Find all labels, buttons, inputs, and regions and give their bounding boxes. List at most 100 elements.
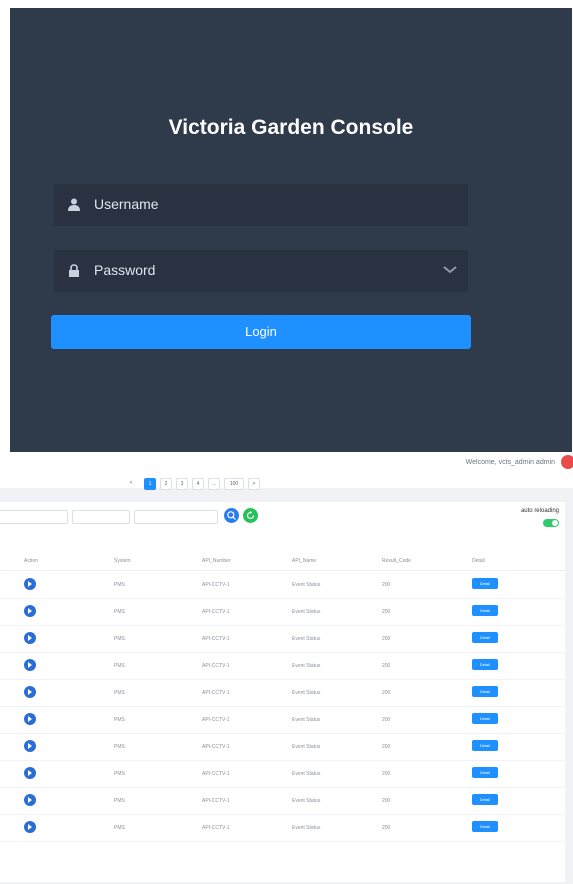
cell-system: PMS (114, 690, 125, 696)
play-icon[interactable] (24, 632, 36, 644)
pagination-page[interactable]: 2 (160, 478, 172, 490)
detail-button[interactable]: Detail (472, 821, 498, 832)
play-icon[interactable] (24, 659, 36, 671)
cell-result-code: 200 (382, 636, 391, 642)
table-row: PMS API-CCTV-1 Event Status 200 Detail (0, 760, 565, 788)
cell-result-code: 200 (382, 771, 391, 777)
cell-api-number: API-CCTV-1 (202, 636, 230, 642)
table-row: PMS API-CCTV-1 Event Status 200 Detail (0, 652, 565, 680)
cell-api-number: API-CCTV-1 (202, 717, 230, 723)
detail-button[interactable]: Detail (472, 686, 498, 697)
column-header: System (114, 558, 131, 564)
pagination-prev[interactable]: < (126, 478, 136, 488)
cell-system: PMS (114, 825, 125, 831)
cell-system: PMS (114, 798, 125, 804)
username-field[interactable]: Username (54, 184, 468, 226)
login-button[interactable]: Login (51, 315, 471, 349)
table-row: PMS API-CCTV-1 Event Status 200 Detail (0, 598, 565, 626)
cell-api-name: Event Status (292, 663, 321, 669)
pagination-page[interactable]: 3 (176, 478, 188, 490)
chevron-down-icon[interactable] (442, 263, 458, 275)
cell-api-name: Event Status (292, 717, 321, 723)
detail-button[interactable]: Detail (472, 659, 498, 670)
play-icon[interactable] (24, 767, 36, 779)
pagination-last[interactable]: 100 (224, 478, 244, 490)
column-header: Detail (472, 558, 485, 564)
cell-system: PMS (114, 717, 125, 723)
search-icon (227, 511, 236, 520)
play-icon[interactable] (24, 686, 36, 698)
play-icon[interactable] (24, 740, 36, 752)
cell-api-number: API-CCTV-1 (202, 609, 230, 615)
detail-button[interactable]: Detail (472, 740, 498, 751)
detail-button[interactable]: Detail (472, 713, 498, 724)
login-panel: Victoria Garden Console Username Passwor… (10, 8, 572, 452)
column-header: API_Number (202, 558, 231, 564)
cell-api-name: Event Status (292, 744, 321, 750)
cell-api-number: API-CCTV-1 (202, 663, 230, 669)
table-row: PMS API-CCTV-1 Event Status 200 Detail (0, 679, 565, 707)
detail-button[interactable]: Detail (472, 632, 498, 643)
avatar[interactable] (561, 455, 573, 469)
search-button[interactable] (224, 508, 239, 523)
cell-system: PMS (114, 636, 125, 642)
cell-result-code: 200 (382, 825, 391, 831)
auto-reload-toggle[interactable] (543, 519, 559, 527)
table-card: auto reloading Action System API_Number … (0, 502, 565, 882)
detail-button[interactable]: Detail (472, 578, 498, 589)
password-field[interactable]: Password (54, 250, 468, 292)
column-header: Result_Code (382, 558, 411, 564)
cell-result-code: 200 (382, 663, 391, 669)
cell-result-code: 200 (382, 798, 391, 804)
column-header: API_Name (292, 558, 317, 564)
filter-input-1[interactable] (0, 510, 68, 524)
cell-api-name: Event Status (292, 582, 321, 588)
username-placeholder: Username (94, 196, 159, 212)
cell-system: PMS (114, 744, 125, 750)
cell-system: PMS (114, 582, 125, 588)
play-icon[interactable] (24, 821, 36, 833)
cell-result-code: 200 (382, 717, 391, 723)
dashboard: auto reloading Action System API_Number … (0, 488, 573, 884)
welcome-text: Welcome, vcts_admin admin (465, 459, 555, 466)
password-placeholder: Password (94, 262, 156, 278)
cell-api-name: Event Status (292, 771, 321, 777)
cell-system: PMS (114, 663, 125, 669)
cell-api-name: Event Status (292, 636, 321, 642)
detail-button[interactable]: Detail (472, 605, 498, 616)
detail-button[interactable]: Detail (472, 767, 498, 778)
play-icon[interactable] (24, 578, 36, 590)
table-row: PMS API-CCTV-1 Event Status 200 Detail (0, 787, 565, 815)
detail-button[interactable]: Detail (472, 794, 498, 805)
cell-api-number: API-CCTV-1 (202, 798, 230, 804)
cell-api-name: Event Status (292, 690, 321, 696)
table-header: Action System API_Number API_Name Result… (0, 554, 565, 571)
pagination-page[interactable]: 1 (144, 478, 156, 490)
pagination-page[interactable]: 4 (192, 478, 204, 490)
top-bar: Welcome, vcts_admin admin (0, 452, 573, 474)
table-row: PMS API-CCTV-1 Event Status 200 Detail (0, 814, 565, 842)
pagination-next[interactable]: > (248, 478, 260, 490)
play-icon[interactable] (24, 713, 36, 725)
cell-api-name: Event Status (292, 609, 321, 615)
refresh-button[interactable] (243, 508, 258, 523)
auto-reload-label: auto reloading (520, 508, 559, 514)
table-row: PMS API-CCTV-1 Event Status 200 Detail (0, 706, 565, 734)
cell-system: PMS (114, 771, 125, 777)
filter-input-3[interactable] (134, 510, 218, 524)
cell-api-name: Event Status (292, 798, 321, 804)
cell-api-number: API-CCTV-1 (202, 744, 230, 750)
cell-api-number: API-CCTV-1 (202, 771, 230, 777)
table-row: PMS API-CCTV-1 Event Status 200 Detail (0, 625, 565, 653)
pagination-ellipsis[interactable]: ... (208, 478, 220, 490)
cell-result-code: 200 (382, 744, 391, 750)
column-header: Action (24, 558, 38, 564)
cell-system: PMS (114, 609, 125, 615)
cell-api-number: API-CCTV-1 (202, 582, 230, 588)
play-icon[interactable] (24, 794, 36, 806)
user-icon (68, 198, 80, 211)
play-icon[interactable] (24, 605, 36, 617)
cell-api-number: API-CCTV-1 (202, 825, 230, 831)
filter-input-2[interactable] (72, 510, 130, 524)
cell-api-name: Event Status (292, 825, 321, 831)
